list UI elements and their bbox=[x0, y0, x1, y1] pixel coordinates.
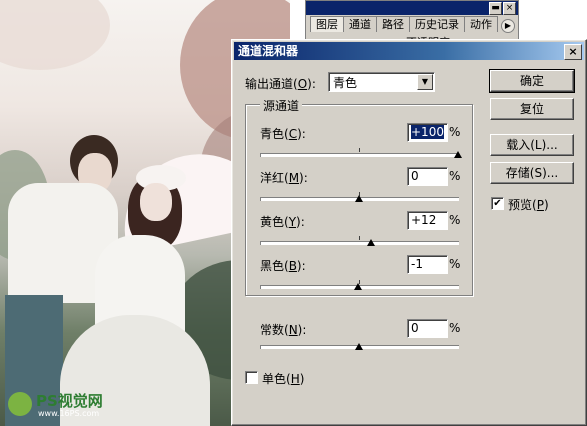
tab-channels[interactable]: 通道 bbox=[343, 16, 377, 32]
monochrome-checkbox[interactable] bbox=[245, 371, 258, 384]
save-button[interactable]: 存储(S)... bbox=[490, 162, 574, 184]
channel-magenta-label: 洋红(M): bbox=[260, 171, 308, 185]
channel-magenta-slider-thumb[interactable] bbox=[355, 195, 363, 202]
channel-magenta-percent: % bbox=[449, 169, 461, 183]
watermark-logo-icon bbox=[8, 392, 32, 416]
channel-cyan-slider-center-tick bbox=[359, 148, 360, 152]
channel-yellow-input[interactable]: +12 bbox=[407, 211, 448, 230]
constant-slider-thumb[interactable] bbox=[355, 343, 363, 350]
channel-mixer-dialog: 通道混和器 × 输出通道(O): 青色 ▼ 源通道 青色(C): +100% 洋红(… bbox=[231, 39, 587, 426]
channel-cyan-label: 青色(C): bbox=[260, 127, 306, 141]
dialog-titlebar[interactable]: 通道混和器 × bbox=[234, 42, 584, 60]
output-channel-select[interactable]: 青色 ▼ bbox=[328, 72, 435, 92]
constant-label: 常数(N): bbox=[260, 323, 307, 337]
channel-cyan-input[interactable]: +100 bbox=[407, 123, 448, 142]
load-button[interactable]: 载入(L)... bbox=[490, 134, 574, 156]
monochrome-label: 单色(H) bbox=[262, 372, 305, 386]
channel-yellow-slider-thumb[interactable] bbox=[366, 239, 375, 246]
bride-figure bbox=[60, 165, 210, 426]
tab-history[interactable]: 历史记录 bbox=[409, 16, 465, 32]
ok-button[interactable]: 确定 bbox=[489, 69, 575, 93]
palette-tabs: 图层 通道 路径 历史记录 动作 bbox=[310, 16, 498, 32]
channel-yellow-percent: % bbox=[449, 213, 461, 227]
preview-checkbox[interactable]: ✔ bbox=[491, 197, 504, 210]
channel-black-percent: % bbox=[449, 257, 461, 271]
source-channels-legend: 源通道 bbox=[260, 97, 303, 114]
channel-cyan-percent: % bbox=[449, 125, 461, 139]
channel-yellow-slider-center-tick bbox=[359, 236, 360, 240]
channel-cyan-slider-track[interactable] bbox=[260, 153, 459, 157]
output-channel-label: 输出通道(O): bbox=[245, 77, 316, 91]
watermark: PS视觉网 www.16PS.com bbox=[8, 388, 128, 422]
channel-black-slider-thumb[interactable] bbox=[354, 283, 362, 290]
constant-input[interactable]: 0 bbox=[407, 319, 448, 338]
tab-paths[interactable]: 路径 bbox=[376, 16, 410, 32]
channel-cyan-slider-thumb[interactable] bbox=[454, 151, 462, 158]
channel-yellow-slider-track[interactable] bbox=[260, 241, 459, 245]
watermark-url: www.16PS.com bbox=[38, 409, 100, 418]
reset-button[interactable]: 复位 bbox=[490, 98, 574, 120]
channel-black-label: 黑色(B): bbox=[260, 259, 306, 273]
preview-label: 预览(P) bbox=[508, 198, 549, 212]
channel-yellow-label: 黄色(Y): bbox=[260, 215, 305, 229]
dialog-title: 通道混和器 bbox=[238, 44, 299, 58]
constant-percent: % bbox=[449, 321, 461, 335]
tab-actions[interactable]: 动作 bbox=[464, 16, 498, 32]
palette-menu-arrow-icon[interactable]: ▶ bbox=[501, 19, 515, 33]
channel-magenta-input[interactable]: 0 bbox=[407, 167, 448, 186]
output-channel-value: 青色 bbox=[333, 76, 358, 90]
palette-close-icon[interactable]: × bbox=[503, 2, 516, 15]
watermark-brand: PS视觉网 bbox=[36, 392, 103, 410]
chevron-down-icon[interactable]: ▼ bbox=[417, 74, 433, 90]
close-icon[interactable]: × bbox=[564, 44, 582, 60]
palette-minimize-icon[interactable]: ▬ bbox=[489, 2, 502, 15]
tab-layers[interactable]: 图层 bbox=[310, 16, 344, 32]
palette-titlebar[interactable]: ▬ × bbox=[306, 1, 518, 15]
channel-black-input[interactable]: -1 bbox=[407, 255, 448, 274]
